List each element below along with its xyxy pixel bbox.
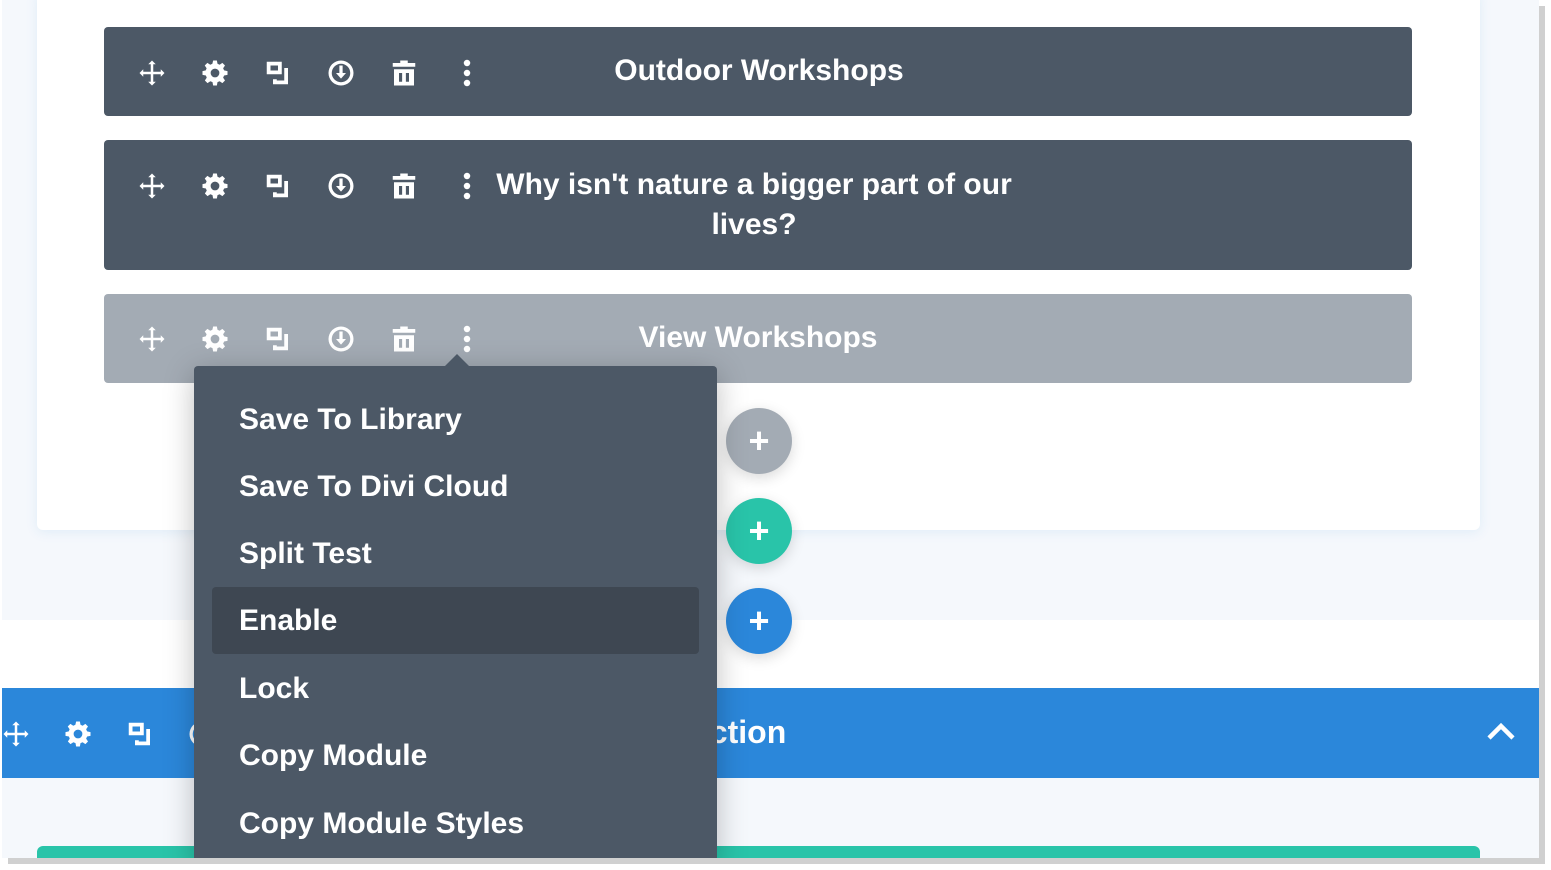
duplicate-icon[interactable]	[122, 716, 158, 752]
menu-pointer	[444, 354, 470, 367]
plus-icon: +	[748, 600, 770, 641]
menu-item-split-test[interactable]: Split Test	[212, 520, 699, 587]
menu-item-copy-module[interactable]: Copy Module	[212, 722, 699, 789]
move-icon[interactable]	[134, 168, 170, 204]
duplicate-icon[interactable]	[260, 168, 296, 204]
module-context-menu: Save To Library Save To Divi Cloud Split…	[194, 354, 717, 858]
menu-item-enable[interactable]: Enable	[212, 587, 699, 654]
move-icon[interactable]	[2, 716, 34, 752]
chevron-up-icon[interactable]	[1483, 714, 1519, 750]
module-title: Why isn't nature a bigger part of our li…	[496, 168, 1012, 241]
menu-item-lock[interactable]: Lock	[212, 655, 699, 722]
module-nature-heading[interactable]: Why isn't nature a bigger part of our li…	[104, 140, 1412, 270]
module-title: View Workshops	[638, 321, 878, 354]
add-row-button[interactable]: +	[726, 498, 792, 564]
plus-icon: +	[748, 510, 770, 551]
section-toolbar	[2, 716, 220, 752]
menu-item-copy-module-styles[interactable]: Copy Module Styles	[212, 790, 699, 857]
add-module-button[interactable]: +	[726, 408, 792, 474]
settings-icon[interactable]	[60, 716, 96, 752]
menu-item-save-to-divi-cloud[interactable]: Save To Divi Cloud	[212, 453, 699, 520]
settings-icon[interactable]	[197, 168, 233, 204]
plus-icon: +	[748, 420, 770, 461]
save-icon[interactable]	[323, 168, 359, 204]
module-title: Outdoor Workshops	[614, 54, 904, 87]
module-toolbar	[134, 168, 485, 204]
module-outdoor-workshops[interactable]: Outdoor Workshops	[104, 27, 1412, 116]
add-section-button[interactable]: +	[726, 588, 792, 654]
menu-item-save-to-library[interactable]: Save To Library	[212, 386, 699, 453]
delete-icon[interactable]	[386, 168, 422, 204]
builder-canvas: Outdoor Workshops Why isn't nature a big…	[2, 0, 1539, 858]
